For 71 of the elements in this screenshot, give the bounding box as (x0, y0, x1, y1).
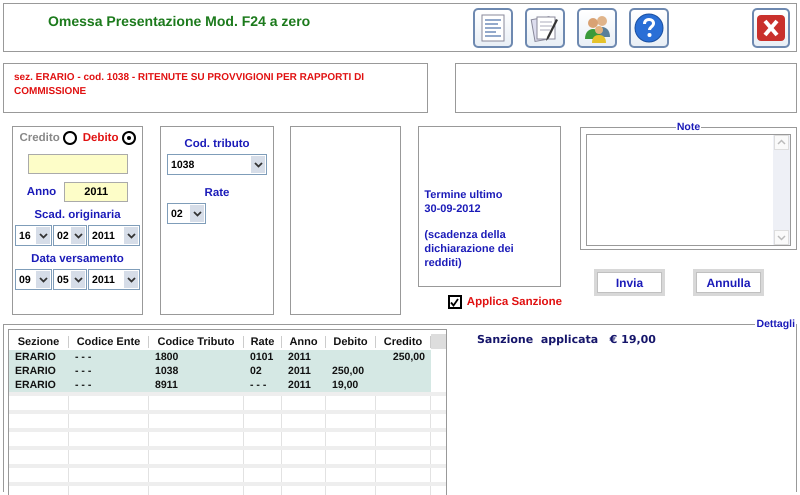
table-cell-text: 2011 (287, 378, 312, 392)
checkbox-label: Applica Sanzione (466, 296, 562, 308)
termine-text: Termine ultimo 30-09-2012 (424, 188, 504, 216)
caret-icon (192, 210, 202, 216)
code-input-field[interactable] (28, 154, 128, 174)
help-button[interactable] (629, 8, 669, 48)
note-legend: Note (676, 122, 702, 132)
table-cell-text: 2011 (287, 350, 312, 364)
table-cell-text: ERARIO (14, 350, 57, 364)
column-header[interactable]: Debito (326, 336, 376, 348)
window-title: Omessa Presentazione Mod. F24 a zero (48, 12, 312, 28)
anno-input-field[interactable]: 2011 (64, 182, 128, 202)
table-cell-text: ERARIO (14, 378, 57, 392)
table-cell-text: 250,00 (331, 364, 366, 378)
table-cell-text: 02 (249, 364, 263, 378)
header-filler (431, 334, 446, 349)
radio-button[interactable] (122, 131, 136, 145)
form-document-button[interactable] (473, 8, 513, 48)
column-header[interactable]: Codice Ente (69, 336, 149, 348)
table-cell-text: 2011 (287, 364, 312, 378)
tributo-dropdown[interactable]: 1038 (167, 154, 267, 175)
details-legend: Dettagli (755, 319, 796, 329)
radio-option[interactable]: Debito (82, 131, 136, 145)
table-cell-text: 250,00 (392, 350, 426, 364)
caret-icon (74, 276, 82, 282)
note-text-area[interactable] (586, 134, 791, 246)
table-cell-text: - - - (74, 378, 92, 392)
sanzione-text: Sanzione applicata € 19,00 (477, 333, 656, 348)
caret-icon (74, 232, 82, 238)
year-dropdown[interactable]: 2011 (88, 269, 140, 290)
column-header[interactable]: Sezione (9, 336, 69, 348)
anno-label: Anno (26, 186, 56, 198)
edit-document-button[interactable] (525, 8, 565, 48)
description-text: sez. ERARIO - cod. 1038 - RITENUTE SU PROVVIGIONI PER RAPPORTI DI COMMISSIONE (14, 71, 366, 99)
table-cell-text: - - - (74, 364, 92, 378)
caret-icon (38, 276, 48, 282)
day-dropdown[interactable]: 09 (15, 269, 52, 290)
rate-label: Rate (204, 187, 230, 199)
year-dropdown[interactable]: 2011 (88, 225, 140, 246)
caret-icon (126, 276, 136, 282)
termine-text: (scadenza della dichiarazione dei redditi) (424, 228, 515, 270)
tributo-label: Cod. tributo (184, 138, 250, 150)
action-button[interactable]: Invia (594, 269, 665, 296)
users-button[interactable] (577, 8, 617, 48)
caret-icon (38, 232, 48, 238)
table-cell-text: - - - (249, 378, 268, 392)
table-cell-text: ERARIO (14, 364, 57, 378)
action-button[interactable]: Annulla (693, 269, 764, 296)
month-dropdown[interactable]: 02 (53, 225, 87, 246)
column-header[interactable]: Codice Tributo (149, 336, 244, 348)
month-dropdown[interactable]: 05 (53, 269, 87, 290)
scadenza-label: Scad. originaria (34, 209, 121, 221)
caret-icon (126, 232, 136, 238)
close-button[interactable] (752, 8, 790, 48)
column-header[interactable]: Anno (282, 336, 326, 348)
table-cell-text: 1038 (154, 364, 180, 378)
checkbox[interactable] (448, 295, 462, 309)
table-cell-text: 19,00 (331, 378, 360, 392)
close-icon (756, 14, 786, 42)
day-dropdown[interactable]: 16 (15, 225, 52, 246)
help-icon (633, 12, 665, 44)
radio-option[interactable]: Credito (19, 131, 77, 145)
table-cell-text: - - - (74, 350, 92, 364)
table-cell-text: 8911 (154, 378, 179, 392)
table-cell-text: 1800 (154, 350, 180, 364)
versamento-label: Data versamento (31, 253, 124, 265)
column-header[interactable]: Rate (244, 336, 282, 348)
table-cell-text: 0101 (249, 350, 274, 364)
rate-dropdown[interactable]: 02 (167, 203, 206, 224)
caret-icon (254, 162, 262, 168)
radio-button[interactable] (62, 131, 77, 145)
